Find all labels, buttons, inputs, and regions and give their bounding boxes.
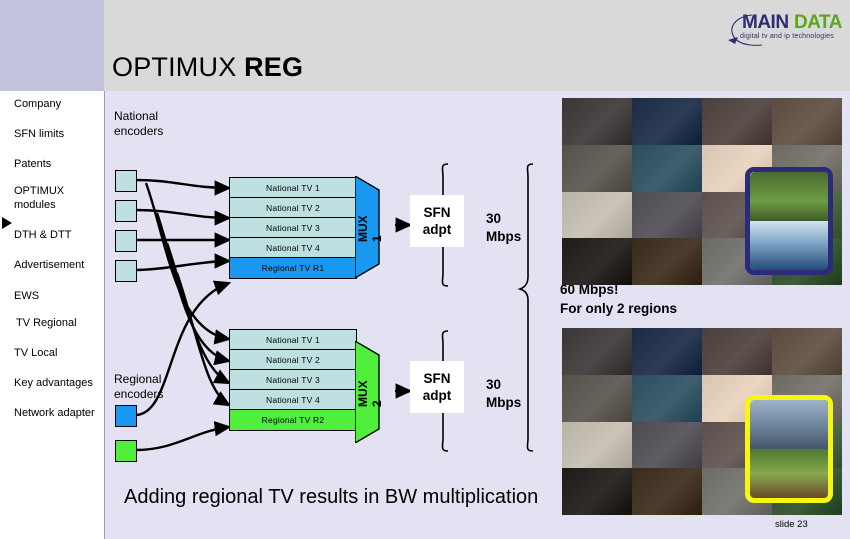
mux2-bitrate: 30 Mbps [486, 376, 521, 412]
mux1-sfn-adapter: SFN adpt [410, 195, 464, 247]
mux2-label: MUX 2 [356, 380, 384, 407]
collage-bottom-highlight-border [745, 395, 833, 503]
mux2-service-row: National TV 2 [229, 349, 357, 371]
mux1-bitrate: 30 Mbps [486, 210, 521, 246]
national-encoders-line2: encoders [114, 124, 164, 138]
mux2-bitrate-value: 30 [486, 377, 502, 392]
sidebar-item-advertisement[interactable]: Advertisement [14, 259, 84, 272]
collage-tile [632, 98, 702, 145]
collage-tile [702, 328, 772, 375]
national-encoder-1[interactable] [115, 170, 137, 192]
collage-tile [562, 238, 632, 285]
collage-tile [632, 421, 702, 469]
collage-tile [562, 374, 632, 422]
logo-panel: MAIN DATA digital tv and ip technologies [710, 0, 850, 56]
collage-tile [562, 98, 632, 145]
mux1-sfn-line1: SFN [423, 205, 451, 220]
collage-tile [632, 328, 702, 375]
sidebar-item-sfn-limits[interactable]: SFN limits [14, 128, 64, 141]
collage-tile [562, 421, 632, 469]
sidebar-item-ews[interactable]: EWS [14, 290, 39, 303]
collage-tile [632, 191, 702, 239]
collage-top-highlight-border [745, 167, 833, 275]
national-encoder-2[interactable] [115, 200, 137, 222]
sidebar-item-patents[interactable]: Patents [14, 158, 51, 171]
page-title-bold: REG [244, 52, 304, 82]
sidebar-nav: Company SFN limits Patents OPTIMUX modul… [0, 91, 105, 539]
header-left-block [0, 0, 104, 91]
mux2-sfn-line1: SFN [423, 371, 451, 386]
collage-tile [632, 144, 702, 192]
mux2-bitrate-unit: Mbps [486, 395, 522, 410]
sidebar-item-dth-dtt[interactable]: DTH & DTT [14, 229, 71, 242]
regional-encoders-line2: encoders [114, 387, 164, 401]
mux1-block: MUX 1 [355, 176, 385, 278]
collage-tile [562, 468, 632, 515]
mux2-service-row: National TV 1 [229, 329, 357, 351]
regional-encoders-line1: Regional [114, 372, 162, 386]
logo-tagline: digital tv and ip technologies [740, 33, 834, 40]
mux1-service-row: National TV 1 [229, 177, 357, 199]
mux2-regional-service-row: Regional TV R2 [229, 409, 357, 431]
total-bandwidth-callout: 60 Mbps! For only 2 regions [560, 280, 677, 318]
mux2-sfn-line2: adpt [422, 388, 452, 403]
national-encoders-label: National encoders [114, 109, 163, 139]
slide-number: slide 23 [775, 519, 808, 530]
total-bandwidth-line2: For only 2 regions [560, 301, 678, 316]
maindata-logo: MAIN DATA digital tv and ip technologies [724, 8, 842, 48]
logo-main-text: MAIN [742, 12, 789, 33]
sidebar-item-key-advantages[interactable]: Key advantages [14, 377, 93, 390]
collage-tile [562, 144, 632, 192]
collage-tile [702, 98, 772, 145]
collage-tile [772, 328, 842, 375]
sidebar-item-tv-regional[interactable]: TV Regional [16, 317, 77, 330]
sidebar-item-network-adapter[interactable]: Network adapter [14, 407, 95, 420]
national-encoder-4[interactable] [115, 260, 137, 282]
regional-encoder-r2[interactable] [115, 440, 137, 462]
collage-tile [562, 191, 632, 239]
sidebar-selection-marker-icon [2, 217, 12, 229]
mux1-regional-service-row: Regional TV R1 [229, 257, 357, 279]
regional-encoder-r1[interactable] [115, 405, 137, 427]
collage-tile [772, 98, 842, 145]
regional-encoders-label: Regional encoders [114, 372, 163, 402]
page-title-regular: OPTIMUX [112, 52, 245, 82]
page-title: OPTIMUX REG [112, 52, 303, 83]
slide-canvas: MAIN DATA digital tv and ip technologies… [0, 0, 850, 539]
collage-tile [632, 238, 702, 285]
collage-tile [632, 374, 702, 422]
collage-tile [632, 468, 702, 515]
national-encoders-line1: National [114, 109, 159, 123]
sidebar-item-tv-local[interactable]: TV Local [14, 347, 57, 360]
mux1-sfn-line2: adpt [422, 222, 452, 237]
sidebar-item-company[interactable]: Company [14, 98, 61, 111]
slide-caption: Adding regional TV results in BW multipl… [124, 486, 539, 508]
mux2-sfn-adapter: SFN adpt [410, 361, 464, 413]
national-encoder-3[interactable] [115, 230, 137, 252]
mux2-block: MUX 2 [355, 341, 385, 443]
mux1-label: MUX 1 [356, 215, 384, 242]
mux1-bitrate-unit: Mbps [486, 229, 522, 244]
sidebar-item-optimux-modules[interactable]: modules [14, 199, 56, 212]
logo-data-text: DATA [794, 12, 842, 33]
collage-tile [562, 328, 632, 375]
sidebar-item-optimux[interactable]: OPTIMUX [14, 185, 64, 198]
mux1-bitrate-value: 30 [486, 211, 502, 226]
